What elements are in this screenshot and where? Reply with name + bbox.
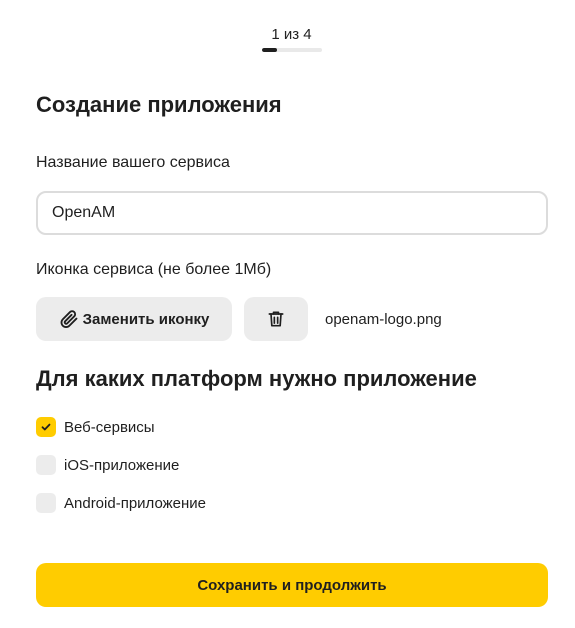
paperclip-icon xyxy=(60,310,78,328)
checkmark-icon xyxy=(41,423,51,431)
platforms-title: Для каких платформ нужно приложение xyxy=(36,366,477,391)
checkbox-label: iOS-приложение xyxy=(64,456,180,474)
platform-checkbox-ios[interactable]: iOS-приложение xyxy=(36,455,179,475)
delete-icon-button[interactable] xyxy=(244,297,308,341)
service-name-label: Название вашего сервиса xyxy=(36,154,230,171)
checkbox-box[interactable] xyxy=(36,417,56,437)
service-icon-label: Иконка сервиса (не более 1Мб) xyxy=(36,261,272,278)
checkbox-label: Android-приложение xyxy=(64,494,207,512)
service-name-input[interactable] xyxy=(36,191,548,235)
save-continue-button[interactable]: Сохранить и продолжить xyxy=(36,563,548,607)
step-progress-bar xyxy=(262,48,322,52)
checkbox-label: Веб-сервисы xyxy=(64,418,155,436)
icon-file-name: openam-logo.png xyxy=(325,311,442,328)
step-counter: 1 из 4 xyxy=(271,26,312,43)
checkbox-box[interactable] xyxy=(36,493,56,513)
replace-icon-button[interactable]: Заменить иконку xyxy=(36,297,232,341)
platform-checkbox-android[interactable]: Android-приложение xyxy=(36,493,206,513)
step-progress-fill xyxy=(262,48,277,52)
page-title: Создание приложения xyxy=(36,92,282,117)
trash-icon xyxy=(268,311,284,327)
platform-checkbox-web[interactable]: Веб-сервисы xyxy=(36,417,155,437)
replace-icon-label: Заменить иконку xyxy=(82,310,210,328)
checkbox-box[interactable] xyxy=(36,455,56,475)
